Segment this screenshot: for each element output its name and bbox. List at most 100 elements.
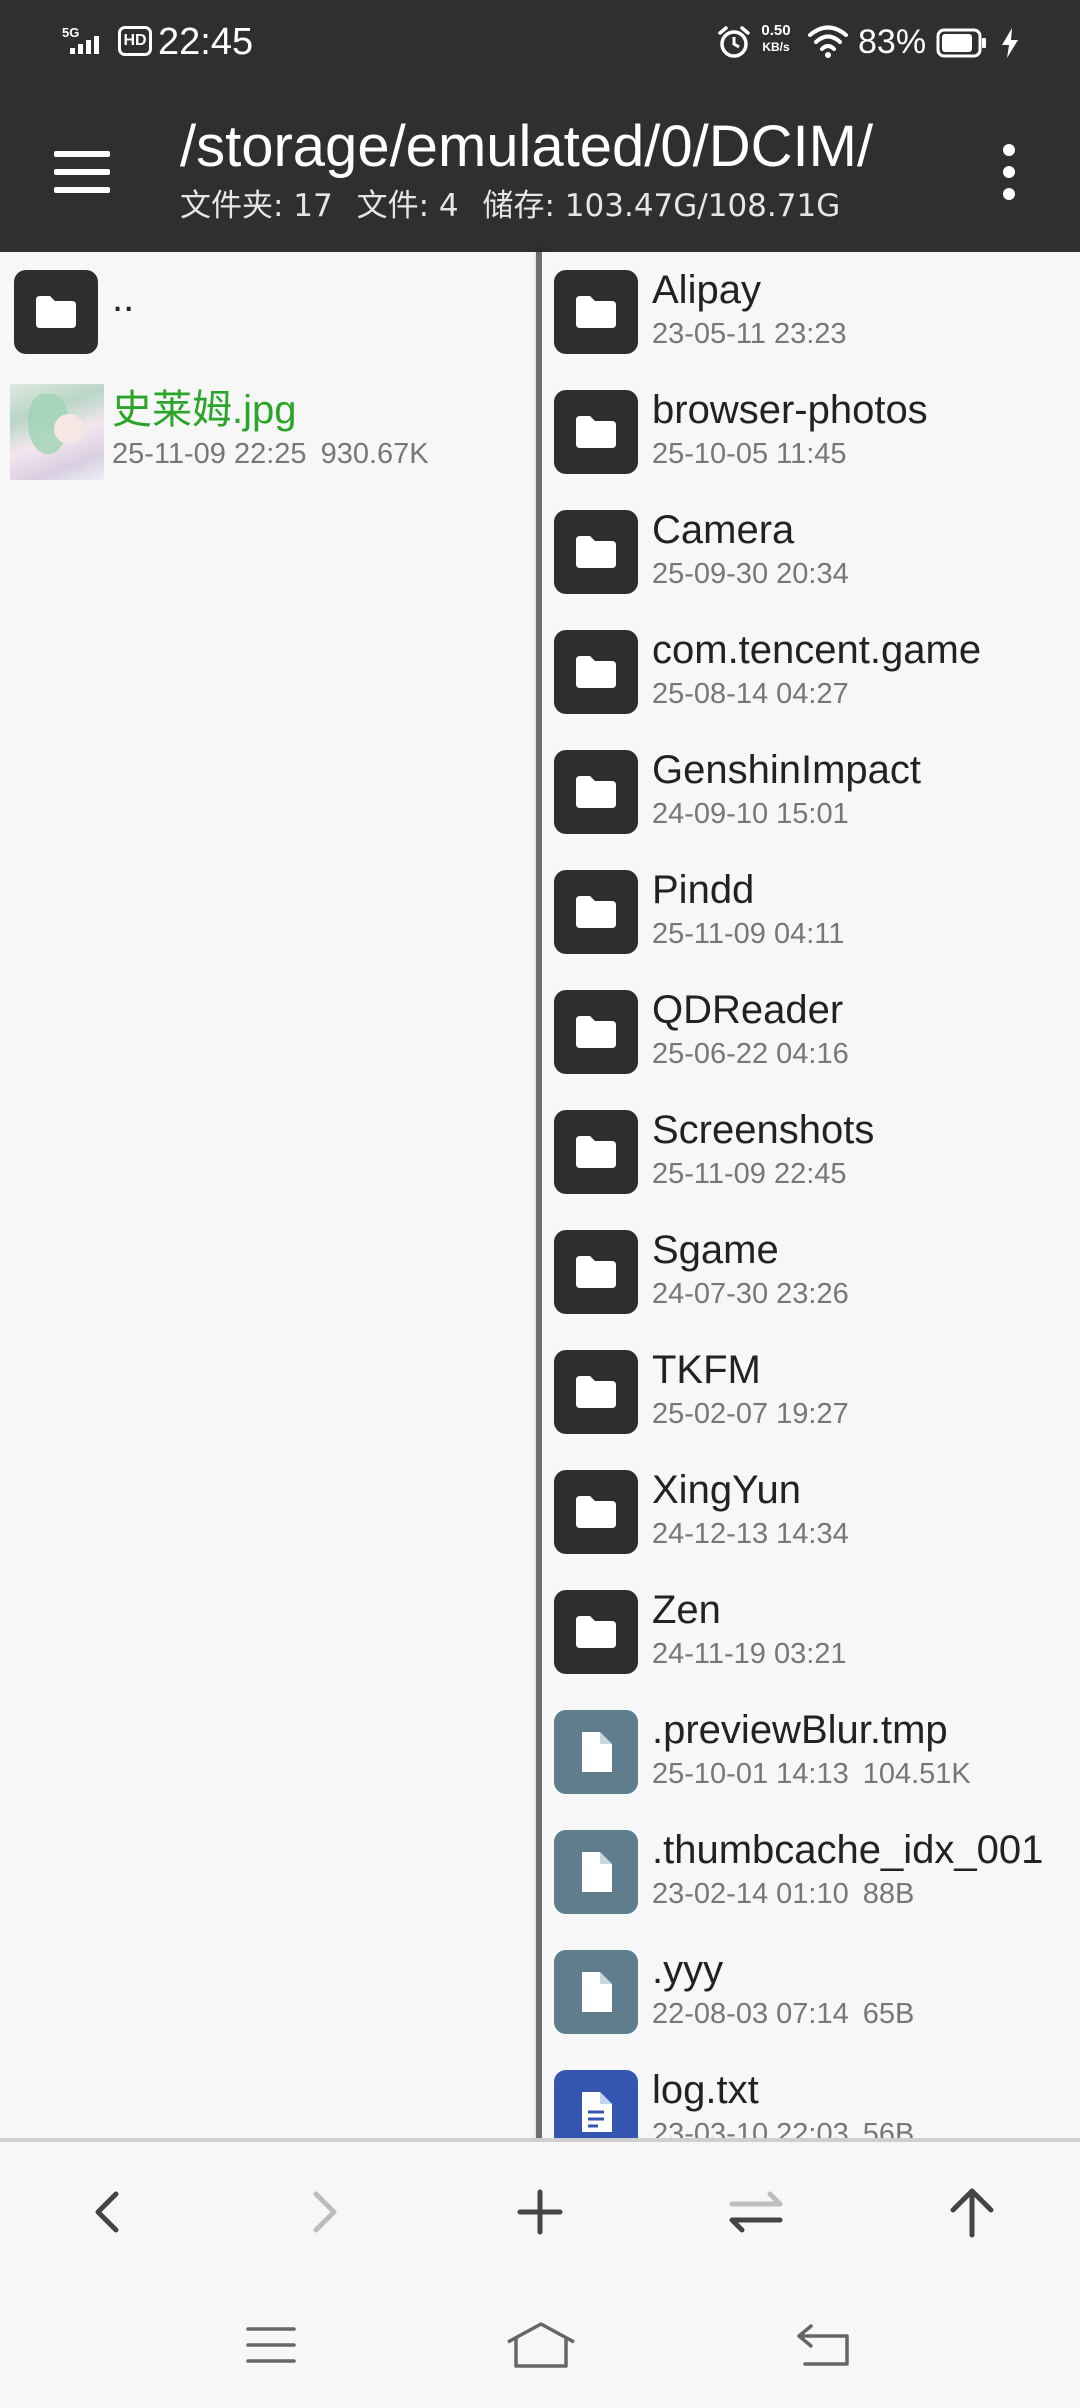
folder-icon [554,1350,638,1434]
folder-row[interactable]: GenshinImpact 24-09-10 15:01 [542,732,1080,852]
folder-icon [554,390,638,474]
folder-icon [554,870,638,954]
item-date: 25-08-14 04:27 [652,678,849,710]
folder-row[interactable]: Sgame 24-07-30 23:26 [542,1212,1080,1332]
more-options-icon[interactable] [984,134,1034,210]
item-date: 24-12-13 14:34 [652,1518,849,1550]
item-date: 22-08-03 07:14 [652,1998,849,2030]
item-date: 24-11-19 03:21 [652,1638,847,1670]
path-summary: 文件夹: 17 文件: 4 储存: 103.47G/108.71G [180,186,854,226]
folder-icon [554,630,638,714]
file-name: 史莱姆.jpg [112,388,297,432]
parent-directory-label: .. [112,276,135,320]
right-pane[interactable]: Alipay 23-05-11 23:23 browser-photos 25-10-… [542,252,1080,2142]
storage-usage: 储存: 103.47G/108.71G [482,188,841,224]
item-name: QDReader [652,988,844,1032]
item-size: 104.51K [862,1758,971,1790]
item-meta: 24-11-19 03:21 [652,1636,847,1672]
folder-row[interactable]: Screenshots 25-11-09 22:45 [542,1092,1080,1212]
item-meta: 24-12-13 14:34 [652,1516,849,1552]
folder-row[interactable]: XingYun 24-12-13 14:34 [542,1452,1080,1572]
folder-icon [554,990,638,1074]
app-bar: /storage/emulated/0/DCIM/ 文件夹: 17 文件: 4 … [0,88,1080,252]
left-pane[interactable]: .. 史莱姆.jpg 25-11-09 22:25 930.67K [0,252,536,2142]
parent-directory-row[interactable]: .. [0,252,536,372]
folder-icon [554,510,638,594]
swap-icon[interactable] [716,2172,796,2252]
clock-time: 22:45 [158,21,254,63]
item-size: 65B [862,1998,915,2030]
speed-unit: KB/s [762,40,790,54]
folder-row[interactable]: browser-photos 25-10-05 11:45 [542,372,1080,492]
home-icon[interactable] [496,2300,586,2390]
item-meta: 23-05-11 23:23 [652,316,847,352]
up-icon[interactable] [932,2172,1012,2252]
item-name: Pindd [652,868,755,912]
item-date: 25-10-05 11:45 [652,438,847,470]
item-meta: 25-10-05 11:45 [652,436,847,472]
file-count: 文件: 4 [356,188,459,224]
folder-row[interactable]: QDReader 25-06-22 04:16 [542,972,1080,1092]
status-bar: 5G HD 22:45 0.50 KB/s 83% [0,0,1080,88]
menu-icon[interactable] [40,130,124,214]
item-name: TKFM [652,1348,761,1392]
hd-badge: HD [118,26,152,56]
add-icon[interactable] [500,2172,580,2252]
battery-icon [936,28,986,58]
file-meta: 25-11-09 22:25 930.67K [112,436,429,472]
file-icon [554,1950,638,2034]
file-row[interactable]: log.txt 23-03-10 22:03 56B [542,2052,1080,2142]
file-row[interactable]: .thumbcache_idx_001 23-02-14 01:10 88B [542,1812,1080,1932]
text-file-icon [554,2070,638,2142]
file-icon [554,1830,638,1914]
file-date: 25-11-09 22:25 [112,438,307,470]
charging-icon [1002,28,1018,58]
folder-row[interactable]: Alipay 23-05-11 23:23 [542,252,1080,372]
item-meta: 24-07-30 23:26 [652,1276,849,1312]
item-name: Camera [652,508,795,552]
folder-icon [14,270,98,354]
folder-icon [554,1470,638,1554]
item-meta: 22-08-03 07:14 65B [652,1996,914,2032]
forward-icon[interactable] [284,2172,364,2252]
folder-row[interactable]: Zen 24-11-19 03:21 [542,1572,1080,1692]
signal-icon: 5G [62,25,99,54]
item-size: 88B [862,1878,915,1910]
folder-icon [554,1590,638,1674]
system-nav-bar [0,2280,1080,2408]
folder-row[interactable]: TKFM 25-02-07 19:27 [542,1332,1080,1452]
battery-percent: 83% [858,23,927,61]
wifi-icon [808,25,848,58]
item-date: 25-11-09 22:45 [652,1158,847,1190]
item-date: 25-10-01 14:13 [652,1758,849,1790]
file-row[interactable]: .previewBlur.tmp 25-10-01 14:13 104.51K [542,1692,1080,1812]
bottom-toolbar [0,2142,1080,2280]
folder-icon [554,750,638,834]
item-name: Zen [652,1588,721,1632]
item-name: GenshinImpact [652,748,922,792]
folder-row[interactable]: Camera 25-09-30 20:34 [542,492,1080,612]
item-name: com.tencent.game [652,628,982,672]
item-date: 25-09-30 20:34 [652,558,849,590]
item-date: 25-02-07 19:27 [652,1398,849,1430]
file-row[interactable]: .yyy 22-08-03 07:14 65B [542,1932,1080,2052]
item-date: 24-07-30 23:26 [652,1278,849,1310]
file-row-selected[interactable]: 史莱姆.jpg 25-11-09 22:25 930.67K [0,370,536,490]
item-meta: 25-08-14 04:27 [652,676,849,712]
folder-icon [554,1230,638,1314]
recent-apps-icon[interactable] [226,2300,316,2390]
item-meta: 23-02-14 01:10 88B [652,1876,914,1912]
folder-count: 文件夹: 17 [180,188,333,224]
folder-icon [554,270,638,354]
alarm-icon [718,26,750,58]
folder-row[interactable]: Pindd 25-11-09 04:11 [542,852,1080,972]
item-meta: 24-09-10 15:01 [652,796,849,832]
file-icon [554,1710,638,1794]
nav-back-icon[interactable] [780,2300,870,2390]
network-speed: 0.50 KB/s [756,22,796,56]
file-size: 930.67K [320,438,429,470]
folder-row[interactable]: com.tencent.game 25-08-14 04:27 [542,612,1080,732]
item-name: .yyy [652,1948,724,1992]
image-thumbnail [10,384,104,480]
back-icon[interactable] [68,2172,148,2252]
